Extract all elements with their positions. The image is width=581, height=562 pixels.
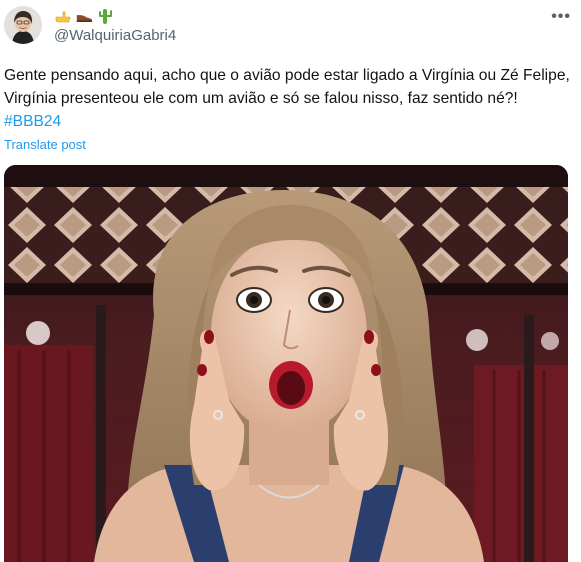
more-options-icon: ••• [551, 8, 571, 25]
cactus-icon [96, 7, 114, 25]
hashtag-link[interactable]: #BBB24 [4, 113, 61, 130]
pointing-finger-icon [54, 7, 72, 25]
author-avatar[interactable] [4, 6, 42, 44]
tweet-text: Gente pensando aqui, acho que o avião po… [4, 64, 574, 133]
author-handle[interactable]: @WalquiriaGabri4 [54, 27, 176, 44]
tweet-media-image[interactable] [4, 165, 568, 562]
leather-shoe-icon [75, 7, 93, 25]
author-display-name[interactable] [54, 6, 114, 26]
more-options-button[interactable]: ••• [551, 8, 571, 26]
translate-post-link[interactable]: Translate post [4, 137, 86, 152]
tweet-text-body: Gente pensando aqui, acho que o avião po… [4, 67, 570, 107]
